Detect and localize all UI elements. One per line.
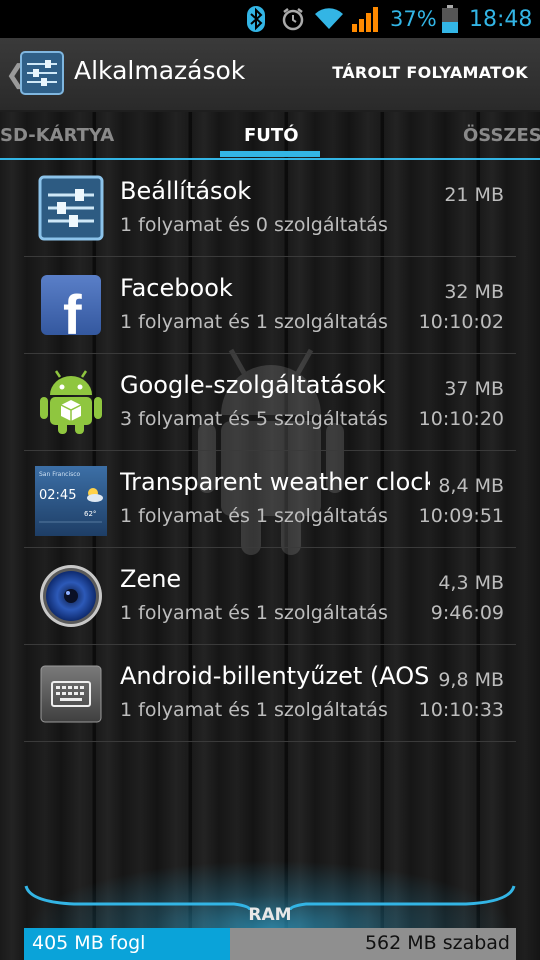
app-memory-size: 37 MB	[444, 378, 504, 400]
app-process-info: 3 folyamat és 5 szolgáltatás	[120, 408, 388, 430]
ram-usage-bar: 405 MB fogl 562 MB szabad	[24, 928, 516, 960]
list-item-facebook[interactable]: f Facebook 1 folyamat és 1 szolgáltatás …	[24, 257, 516, 354]
cached-processes-button[interactable]: TÁROLT FOLYAMATOK	[332, 63, 528, 82]
status-bar: 37% 18:48	[0, 0, 540, 38]
keyboard-icon	[38, 660, 104, 726]
app-memory-size: 21 MB	[444, 184, 504, 206]
app-memory-size: 8,4 MB	[438, 475, 504, 497]
app-running-time: 9:46:09	[430, 602, 504, 624]
app-name: Beállítások	[120, 177, 252, 205]
app-process-info: 1 folyamat és 0 szolgáltatás	[120, 214, 388, 236]
ram-free-text: 562 MB szabad	[364, 932, 510, 954]
tab-all[interactable]: ÖSSZES	[463, 125, 540, 146]
list-item-settings[interactable]: Beállítások 1 folyamat és 0 szolgáltatás…	[24, 160, 516, 257]
app-memory-size: 32 MB	[444, 281, 504, 303]
app-name: Google-szolgáltatások	[120, 371, 386, 399]
app-running-time: 10:10:20	[418, 408, 504, 430]
weather-time: 02:45	[39, 488, 76, 503]
weather-clock-icon: San Francisco 02:45 62°	[34, 466, 108, 536]
page-title: Alkalmazások	[74, 56, 246, 85]
ram-label: RAM	[248, 905, 292, 925]
facebook-icon: f	[38, 272, 104, 346]
running-apps-list: Beállítások 1 folyamat és 0 szolgáltatás…	[24, 160, 516, 742]
ram-used-text: 405 MB fogl	[32, 932, 146, 954]
svg-text:f: f	[63, 283, 82, 338]
battery-icon	[442, 0, 458, 38]
app-process-info: 1 folyamat és 1 szolgáltatás	[120, 699, 388, 721]
tab-running[interactable]: FUTÓ	[244, 125, 299, 146]
app-running-time: 10:10:02	[418, 311, 504, 333]
list-item-weather-clock[interactable]: San Francisco 02:45 62° Transparent weat…	[24, 451, 516, 548]
app-memory-size: 4,3 MB	[438, 572, 504, 594]
app-process-info: 1 folyamat és 1 szolgáltatás	[120, 505, 388, 527]
app-name: Transparent weather clock	[120, 468, 430, 496]
app-running-time: 10:09:51	[418, 505, 504, 527]
bluetooth-icon	[246, 0, 266, 38]
active-tab-indicator	[220, 151, 320, 157]
weather-temp: 62°	[84, 510, 96, 518]
app-process-info: 1 folyamat és 1 szolgáltatás	[120, 311, 388, 333]
settings-app-icon[interactable]	[20, 51, 64, 95]
alarm-icon	[281, 0, 305, 38]
status-time: 18:48	[469, 6, 533, 32]
music-speaker-icon	[38, 563, 104, 629]
list-item-music[interactable]: Zene 1 folyamat és 1 szolgáltatás 4,3 MB…	[24, 548, 516, 645]
android-icon	[38, 369, 104, 435]
action-bar: ❮ Alkalmazások TÁROLT FOLYAMATOK	[0, 38, 540, 112]
app-name: Android-billentyűzet (AOSP)	[120, 662, 430, 690]
wifi-icon	[314, 0, 344, 38]
app-running-time: 10:10:33	[418, 699, 504, 721]
battery-percent: 37%	[390, 7, 437, 31]
app-name: Facebook	[120, 274, 233, 302]
tab-sd-card[interactable]: SD-KÁRTYA	[0, 125, 114, 146]
app-name: Zene	[120, 565, 182, 593]
app-memory-size: 9,8 MB	[438, 669, 504, 691]
weather-city: San Francisco	[39, 471, 81, 478]
settings-icon	[38, 175, 104, 241]
signal-icon	[352, 0, 380, 38]
list-item-keyboard[interactable]: Android-billentyűzet (AOSP) 1 folyamat é…	[24, 645, 516, 742]
app-process-info: 1 folyamat és 1 szolgáltatás	[120, 602, 388, 624]
list-item-google-services[interactable]: Google-szolgáltatások 3 folyamat és 5 sz…	[24, 354, 516, 451]
tab-bar: SD-KÁRTYA FUTÓ ÖSSZES	[0, 112, 540, 160]
